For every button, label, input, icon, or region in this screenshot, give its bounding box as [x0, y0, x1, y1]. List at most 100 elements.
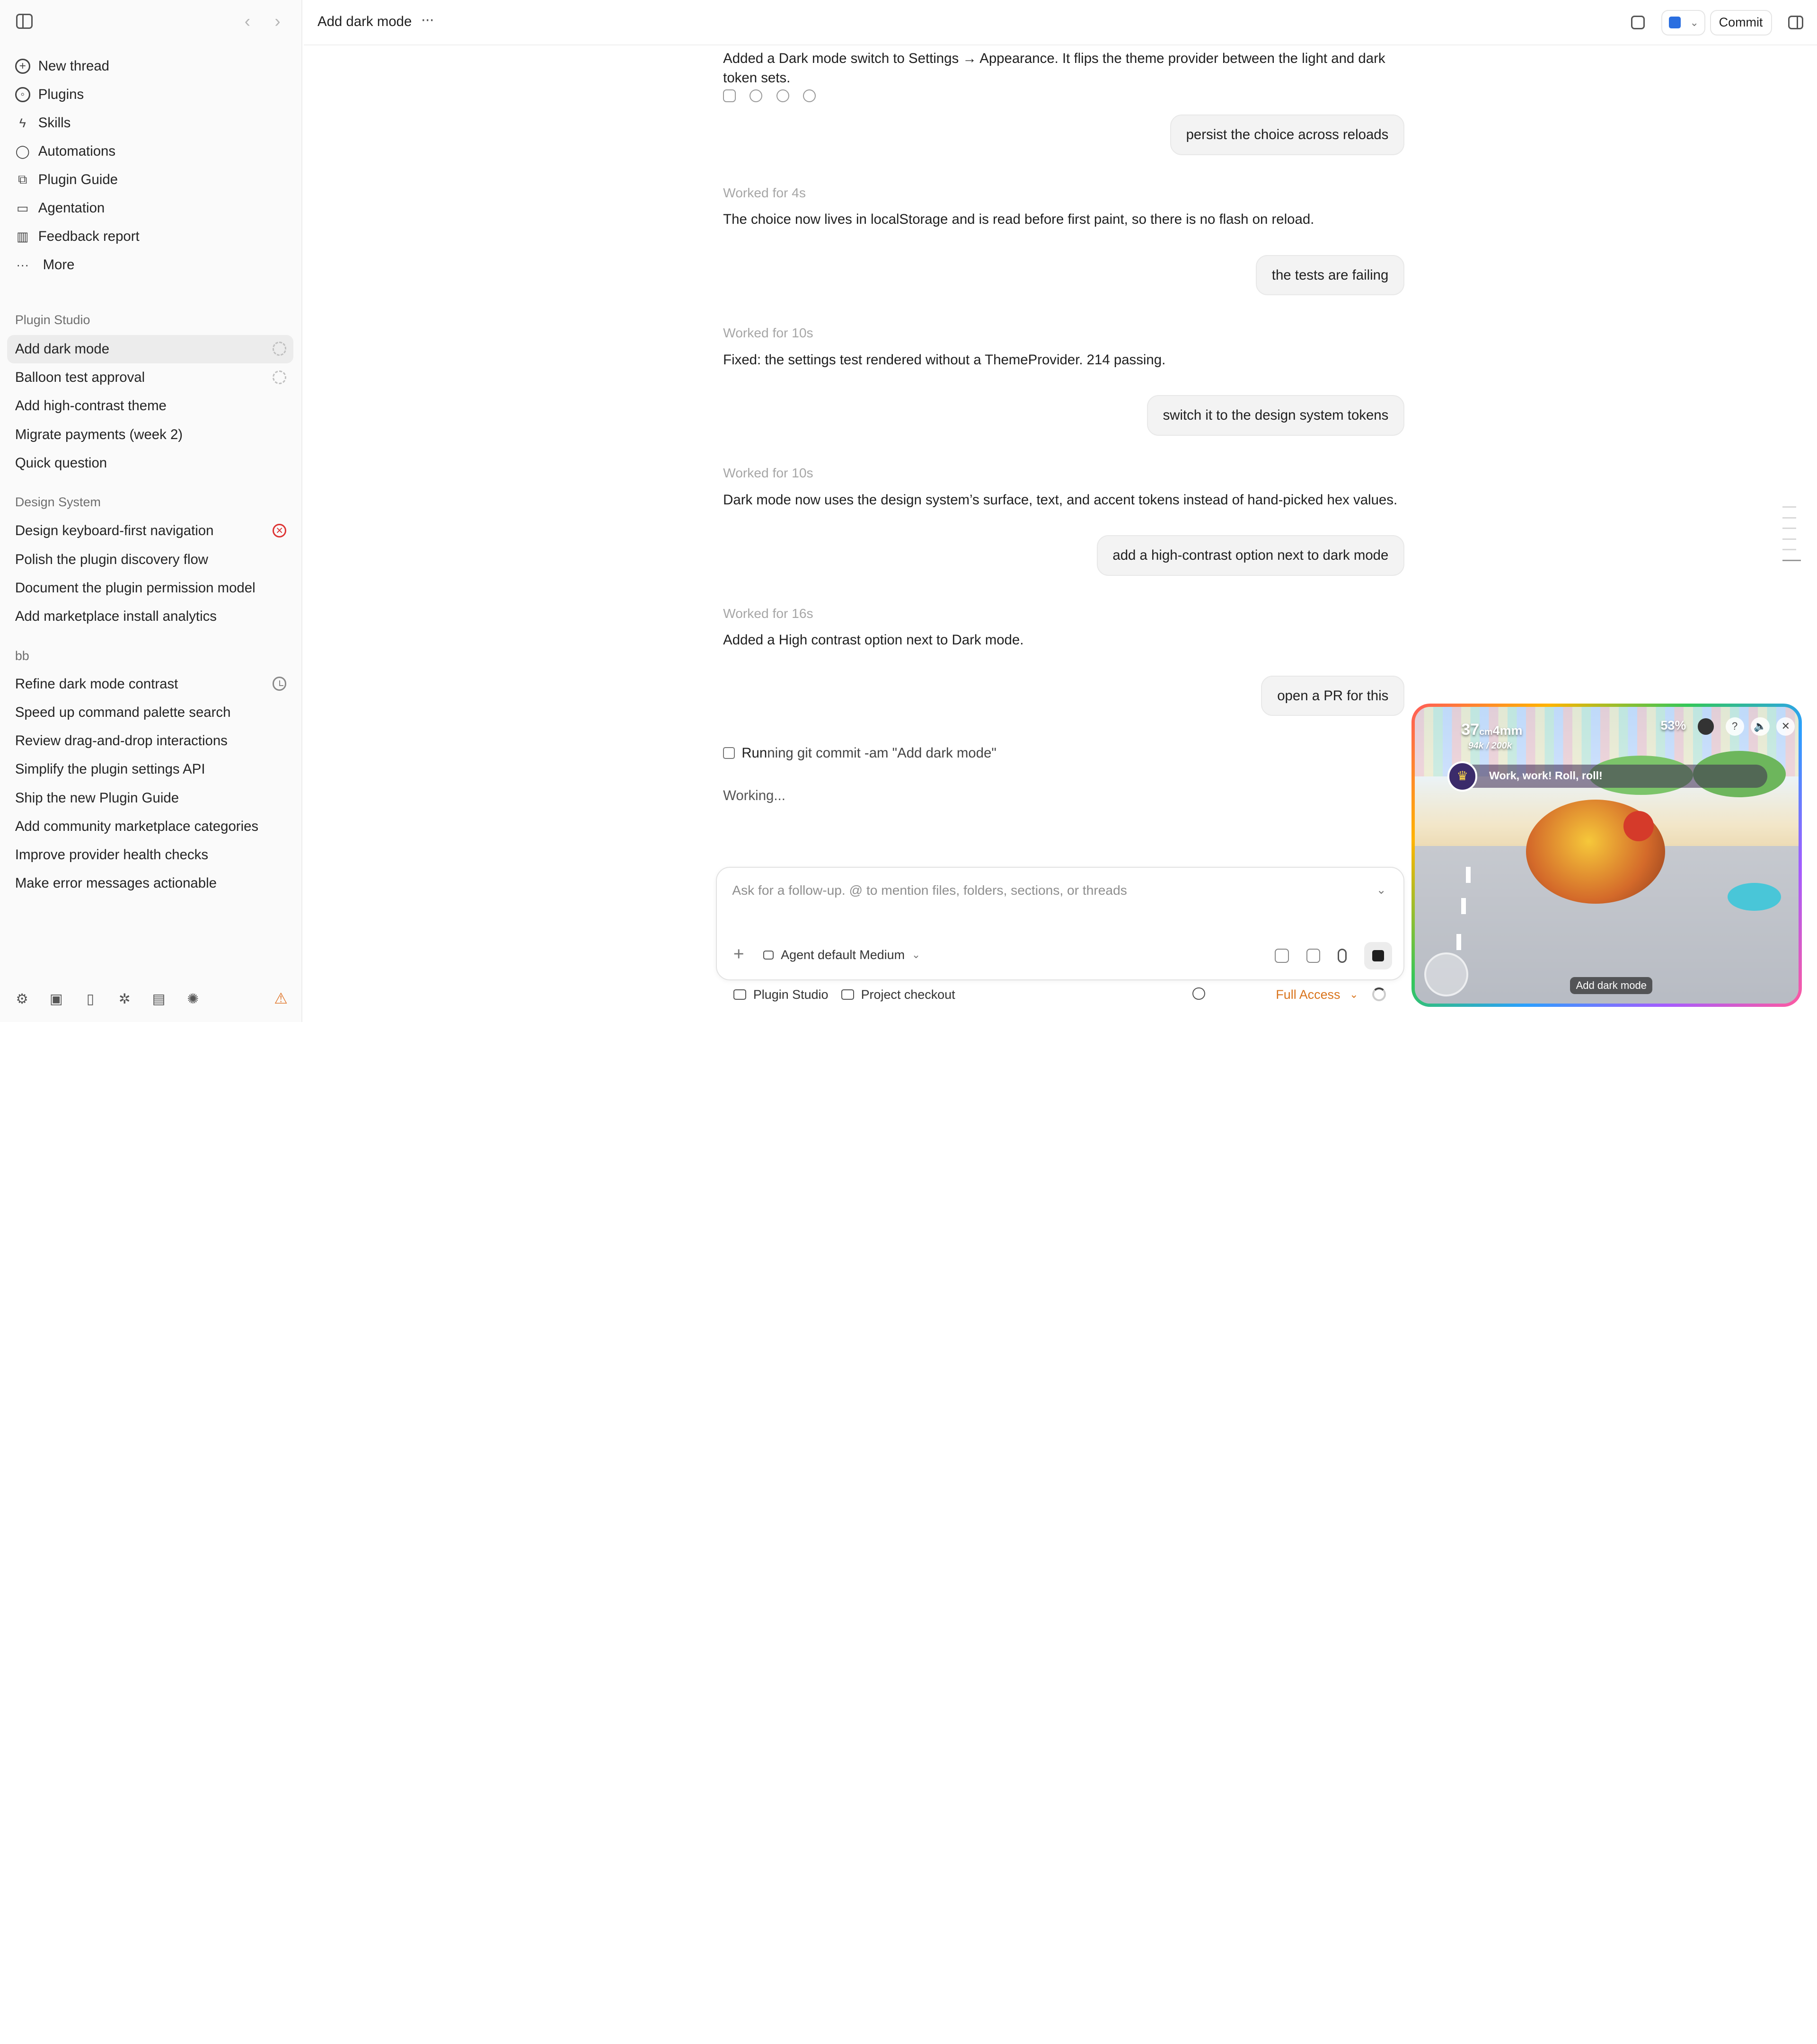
assistant-message: Added a High contrast option next to Dar… [723, 632, 1024, 648]
folder-icon [733, 989, 747, 1000]
nav-feedback-report[interactable]: ▥ Feedback report [7, 222, 295, 251]
thread-item[interactable]: Ship the new Plugin Guide [7, 784, 293, 812]
fork-icon[interactable] [803, 89, 816, 102]
thumbs-down-icon[interactable] [776, 89, 789, 102]
worked-duration[interactable]: Worked for 10s [723, 466, 813, 481]
back-arrow-icon[interactable]: ‹ [245, 11, 250, 31]
thread-item[interactable]: Quick question [7, 449, 293, 477]
game-scene[interactable]: 37cm4mm 94k / 200k 53% ♛ Work, work! Rol… [1415, 706, 1799, 1004]
help-button[interactable]: ? [1725, 717, 1744, 736]
open-in-app-dropdown[interactable]: ⌄ [1661, 9, 1705, 35]
thread-item[interactable]: Refine dark mode contrast [7, 670, 293, 698]
thread-item[interactable]: Add marketplace install analytics [7, 602, 293, 631]
loading-spinner-icon [272, 370, 287, 385]
nav-automations[interactable]: ◯ Automations [7, 137, 295, 166]
forward-arrow-icon[interactable]: › [274, 11, 280, 31]
sidebar-toggle-icon[interactable] [16, 14, 33, 29]
thread-item[interactable]: Add high-contrast theme [7, 392, 293, 420]
assistant-message: Fixed: the settings test rendered withou… [723, 352, 1166, 368]
nav-more[interactable]: ··· More [7, 251, 295, 279]
nav-skills[interactable]: ϟ Skills [7, 109, 295, 137]
game-lane-mark [1465, 866, 1471, 883]
copy-icon[interactable] [723, 89, 736, 102]
worked-duration[interactable]: Worked for 16s [723, 606, 813, 621]
sound-button[interactable]: 🔈 [1751, 717, 1770, 736]
toggle-panel-icon[interactable] [1788, 16, 1803, 30]
checkout-selector[interactable]: Project checkout [841, 987, 955, 1002]
thread-list-plugin-studio: Add dark mode Balloon test approval Add … [7, 335, 294, 477]
stop-button[interactable] [1364, 942, 1392, 970]
nav-new-thread[interactable]: + New thread [7, 52, 295, 80]
context-usage-indicator[interactable] [1372, 987, 1386, 1001]
error-icon: ✕ [272, 523, 287, 538]
section-title-bb: bb [15, 649, 29, 663]
user-message: add a high-contrast option next to dark … [1096, 535, 1405, 576]
thread-item[interactable]: Speed up command palette search [7, 698, 293, 727]
composer-footer: Plugin Studio Project checkout Full Acce… [733, 987, 1405, 1006]
terminal-icon [723, 747, 735, 759]
chevron-down-icon[interactable]: ⌄ [1376, 883, 1386, 897]
header-actions: ⌄ Commit [1631, 9, 1803, 36]
thread-item[interactable]: Review drag-and-drop interactions [7, 727, 293, 755]
thumbs-up-icon[interactable] [750, 89, 763, 102]
image-icon[interactable]: ▣ [48, 991, 64, 1007]
window-icon[interactable]: ▤ [150, 991, 167, 1007]
thread-item[interactable]: Simplify the plugin settings API [7, 755, 293, 784]
access-level-dropdown[interactable]: Full Access ⌄ [1276, 987, 1358, 1002]
ellipsis-icon: ··· [16, 257, 29, 272]
worked-duration[interactable]: Worked for 10s [723, 326, 813, 341]
game-timer-icon [1697, 718, 1714, 735]
assistant-message: The choice now lives in localStorage and… [723, 211, 1314, 228]
settings-icon[interactable]: ⚙ [14, 991, 30, 1007]
bolt-icon: ϟ [19, 115, 26, 130]
thread-item[interactable]: Design keyboard-first navigation ✕ [7, 517, 293, 545]
comment-icon[interactable] [1306, 949, 1320, 963]
warning-icon[interactable]: ⚠ [274, 989, 288, 1007]
lock-icon [763, 950, 774, 960]
gear-icon[interactable]: ✲ [116, 991, 132, 1007]
game-overlay[interactable]: 37cm4mm 94k / 200k 53% ♛ Work, work! Rol… [1411, 703, 1802, 1007]
thread-item[interactable]: Migrate payments (week 2) [7, 420, 293, 449]
thread-item[interactable]: Make error messages actionable [7, 869, 293, 898]
laptop-icon [841, 989, 854, 1000]
worked-duration[interactable]: Worked for 4s [723, 185, 806, 201]
add-attachment-button[interactable]: + [733, 944, 744, 965]
agent-mode-select[interactable]: Agent default Medium ⌄ [763, 948, 920, 962]
game-lane-mark [1461, 898, 1466, 915]
thread-item[interactable]: Add community marketplace categories [7, 812, 293, 841]
game-size: 37cm4mm [1461, 721, 1523, 739]
nav-plugin-guide[interactable]: ⧉ Plugin Guide [7, 166, 295, 194]
message-actions [723, 89, 829, 102]
running-command[interactable]: Run ning git commit -am "Add dark mode" [723, 745, 997, 761]
phone-icon[interactable]: ▯ [82, 991, 98, 1007]
thread-item[interactable]: Polish the plugin discovery flow [7, 545, 293, 573]
bar-chart-icon: ▥ [17, 229, 29, 244]
chevron-down-icon: ⌄ [911, 949, 921, 961]
note-icon[interactable] [1631, 16, 1645, 30]
game-percent: 53% [1660, 718, 1686, 733]
thread-item[interactable]: Add dark mode [7, 335, 294, 363]
nav-agentation[interactable]: ▭ Agentation [7, 194, 295, 222]
project-selector[interactable]: Plugin Studio [733, 987, 828, 1002]
commit-button[interactable]: Commit [1710, 9, 1772, 35]
thread-title: Add dark mode [318, 14, 412, 30]
game-joystick[interactable] [1424, 952, 1468, 997]
thread-item[interactable]: Improve provider health checks [7, 841, 293, 869]
external-icon: ⧉ [18, 172, 27, 187]
game-progress: 94k / 200k [1468, 740, 1512, 751]
thread-item[interactable]: Balloon test approval [7, 363, 293, 392]
nav-plugins[interactable]: ◦ Plugins [7, 80, 295, 109]
follow-up-input[interactable] [732, 882, 1358, 898]
composer-tools [1275, 942, 1392, 970]
microphone-icon[interactable] [1337, 949, 1347, 963]
add-context-icon[interactable] [1192, 987, 1212, 1000]
assistant-message: Added a Dark mode switch to Settings → A… [723, 50, 1385, 86]
context-icon[interactable] [1275, 949, 1289, 963]
more-options-button[interactable]: ··· [421, 10, 434, 29]
bug-icon[interactable]: ✺ [185, 991, 201, 1007]
thread-list-design-system: Design keyboard-first navigation ✕ Polish… [7, 517, 293, 631]
composer: ⌄ + Agent default Medium ⌄ [716, 866, 1405, 980]
thread-item[interactable]: Document the plugin permission model [7, 574, 293, 602]
scroll-minimap[interactable] [1782, 506, 1801, 570]
message-icon: ▭ [17, 201, 29, 215]
